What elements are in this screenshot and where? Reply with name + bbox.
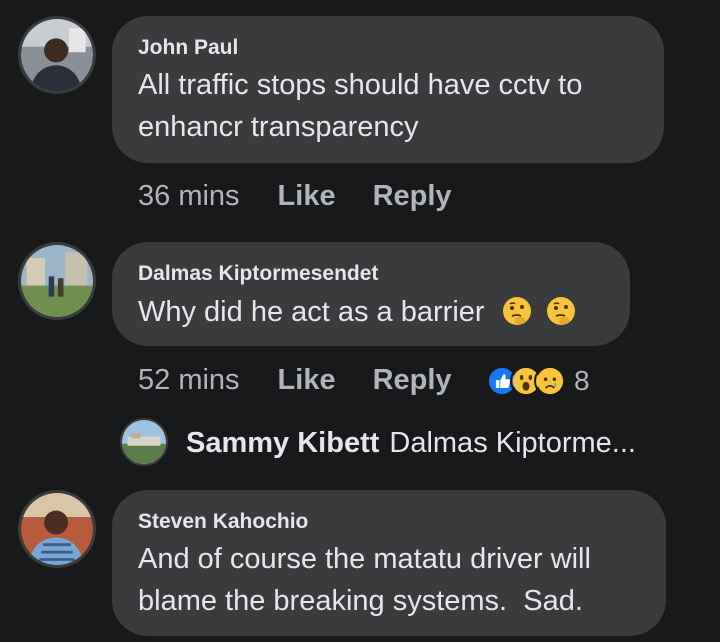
sad-icon (534, 365, 566, 397)
reply-author[interactable]: Sammy Kibett (186, 427, 379, 460)
comment-author[interactable]: John Paul (138, 36, 238, 60)
reactions-summary[interactable]: 8 (486, 365, 590, 397)
reply-text: Dalmas Kiptorme... (389, 427, 636, 459)
comment-meta: 52 mins Like Reply (138, 364, 452, 397)
avatar-sammy-kibett[interactable] (120, 418, 168, 466)
like-button[interactable]: Like (278, 364, 336, 397)
avatar-steven-kahochio[interactable] (18, 490, 96, 568)
comment-text-line: blame the breaking systems. Sad. (138, 585, 583, 617)
comment-meta: 36 mins Like Reply (138, 180, 452, 213)
like-button[interactable]: Like (278, 180, 336, 213)
thinking-face-emoji-icon (546, 297, 575, 325)
avatar-dalmas-kiptormesendet[interactable] (18, 242, 96, 320)
comment-text-line: All traffic stops should have cctv to (138, 69, 583, 101)
reply-button[interactable]: Reply (373, 180, 452, 213)
comment-text-content: Why did he act as a barrier (138, 296, 485, 328)
comment-author[interactable]: Steven Kahochio (138, 510, 308, 534)
comment-author[interactable]: Dalmas Kiptormesendet (138, 262, 378, 286)
comment-text: Why did he act as a barrier (138, 292, 577, 332)
reaction-count: 8 (574, 365, 590, 396)
thinking-face-emoji-icon (502, 297, 531, 325)
avatar-john-paul[interactable] (18, 16, 96, 94)
comment-time[interactable]: 36 mins (138, 180, 240, 213)
comment-text-line: And of course the matatu driver will (138, 543, 591, 575)
reply-preview[interactable]: Sammy Kibett Dalmas Kiptorme... (186, 427, 636, 460)
comment-time[interactable]: 52 mins (138, 364, 240, 397)
reply-button[interactable]: Reply (373, 364, 452, 397)
comment-text-line: enhancr transparency (138, 111, 419, 143)
comments-thread: John Paul All traffic stops should have … (0, 0, 720, 642)
